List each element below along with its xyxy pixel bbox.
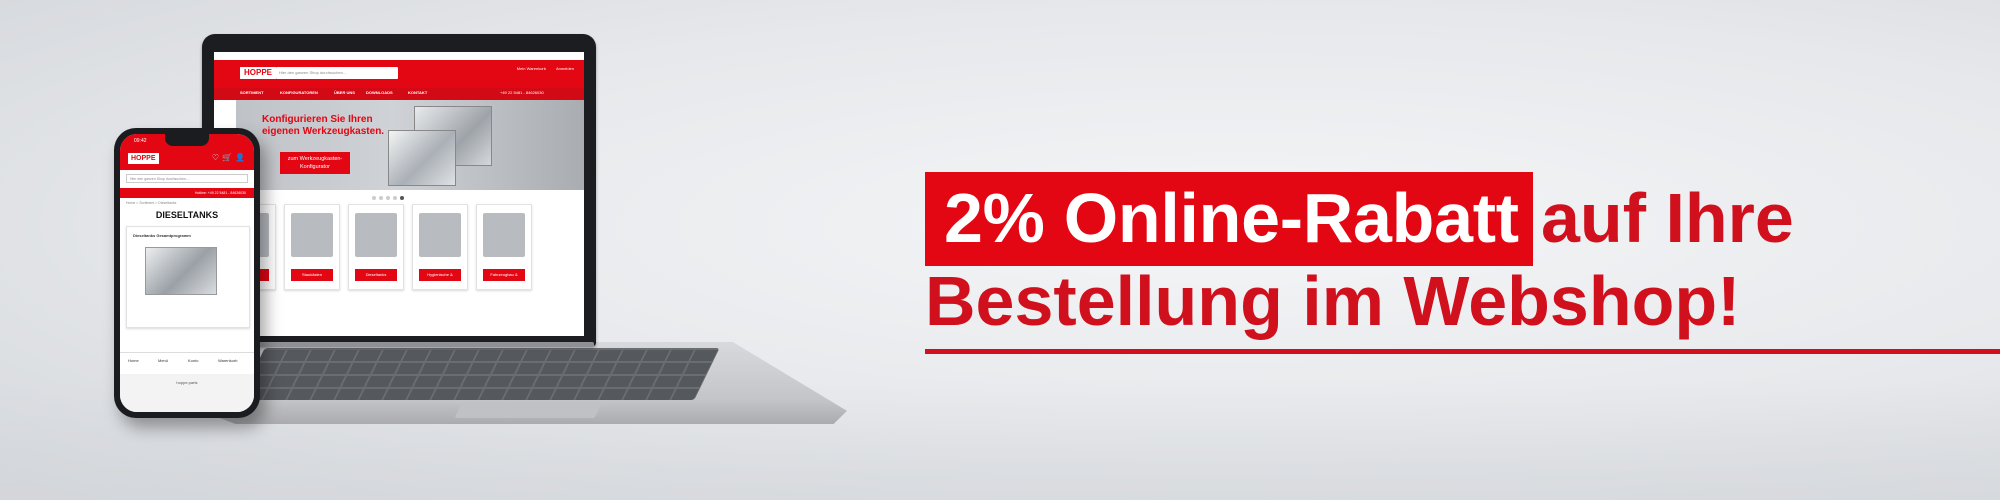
category-cards: Hydraulik Staukästen Dieseltanks Hygieni… [214,204,584,294]
phone-screen: 09:42 HOPPE ♡🛒👤 Hier den ganzen Shop dur… [120,134,254,412]
laptop-trackpad [454,404,602,418]
category-image [355,213,397,257]
phone-notch [165,134,209,146]
promo-highlight-text: 2% Online-Rabatt [944,179,1519,257]
category-image [291,213,333,257]
category-button[interactable]: Dieseltanks [355,269,397,281]
category-image [419,213,461,257]
site-nav: SORTIMENT KONFIGURATOREN ÜBER UNS DOWNLO… [214,88,584,100]
nav-item-downloads[interactable]: DOWNLOADS [366,90,393,95]
phone-hotline: Hotline: +49 22 5481 - 84626030 [194,191,246,195]
nav-item-ueber-uns[interactable]: ÜBER UNS [334,90,355,95]
site-logo[interactable]: HOPPE [240,67,277,79]
tab-menu[interactable]: Menü [158,358,168,363]
category-image [483,213,525,257]
site-header: HOPPE Hier den ganzen Shop durchsuchen..… [214,60,584,88]
laptop-hinge [206,342,594,347]
category-card-dieseltanks[interactable]: Dieseltanks [348,204,404,290]
nav-item-kontakt[interactable]: KONTAKT [408,90,427,95]
site-header-icons: Mein Warenkorb Anmelden [517,66,574,71]
product-card[interactable]: Dieseltanks Gesamtprogramm [126,226,250,328]
promo-text-rest: auf Ihre [1541,179,1794,257]
category-button[interactable]: Staukästen [291,269,333,281]
phone-browser-bar: hoppe.parts [120,374,254,412]
laptop-screen: HOPPE Hier den ganzen Shop durchsuchen..… [214,52,584,336]
nav-item-sortiment[interactable]: SORTIMENT [240,90,264,95]
category-card-werkstattbedarf[interactable]: Fahrzeugbau & Werkstattbedarf [476,204,532,290]
tab-home[interactable]: Home [128,358,139,363]
hero-slider-dots[interactable] [372,196,404,200]
dieseltank-image [145,247,217,295]
phone-site-logo[interactable]: HOPPE [128,153,159,164]
site-search-input[interactable]: Hier den ganzen Shop durchsuchen... [276,67,398,79]
site-topbar [214,52,584,60]
promo-text-line2: Bestellung im Webshop! [925,262,1741,340]
login-link[interactable]: Anmelden [556,66,574,71]
phone-search-input[interactable]: Hier den ganzen Shop durchsuchen... [126,174,248,183]
phone-menu-bar: Hotline: +49 22 5481 - 84626030 [120,188,254,198]
phone-time: 09:42 [134,138,147,144]
tab-konto[interactable]: Konto [188,358,198,363]
laptop-keyboard [239,348,720,400]
promo-underline [925,349,2000,354]
product-card-title: Dieseltanks Gesamtprogramm [133,233,191,238]
tab-warenkorb[interactable]: Warenkorb [218,358,237,363]
category-button[interactable]: Hygienische & Fahrzeugteile [419,269,461,289]
hero-configurator-button[interactable]: zum Werkzeugkasten-Konfigurator [280,152,350,174]
breadcrumb[interactable]: Home > Sortiment > Dieseltanks [126,201,176,205]
phone-header-icons[interactable]: ♡🛒👤 [212,153,248,162]
phone-site-header: HOPPE ♡🛒👤 [120,148,254,170]
category-card-fahrzeugteile[interactable]: Hygienische & Fahrzeugteile [412,204,468,290]
cart-link[interactable]: Mein Warenkorb [517,66,546,71]
nav-hotline: +49 22 5481 - 84626030 [500,90,544,95]
phone-tab-bar: Home Menü Konto Warenkorb [120,352,254,371]
category-button[interactable]: Fahrzeugbau & Werkstattbedarf [483,269,525,289]
url-field[interactable]: hoppe.parts [120,380,254,385]
category-card-staukaesten[interactable]: Staukästen [284,204,340,290]
site-hero-banner: Konfigurieren Sie Ihren eigenen Werkzeug… [236,100,584,190]
nav-item-konfiguratoren[interactable]: KONFIGURATOREN [280,90,318,95]
phone-mockup: 09:42 HOPPE ♡🛒👤 Hier den ganzen Shop dur… [114,128,260,418]
toolbox-image-small [388,130,456,186]
page-title: DIESELTANKS [155,210,219,220]
